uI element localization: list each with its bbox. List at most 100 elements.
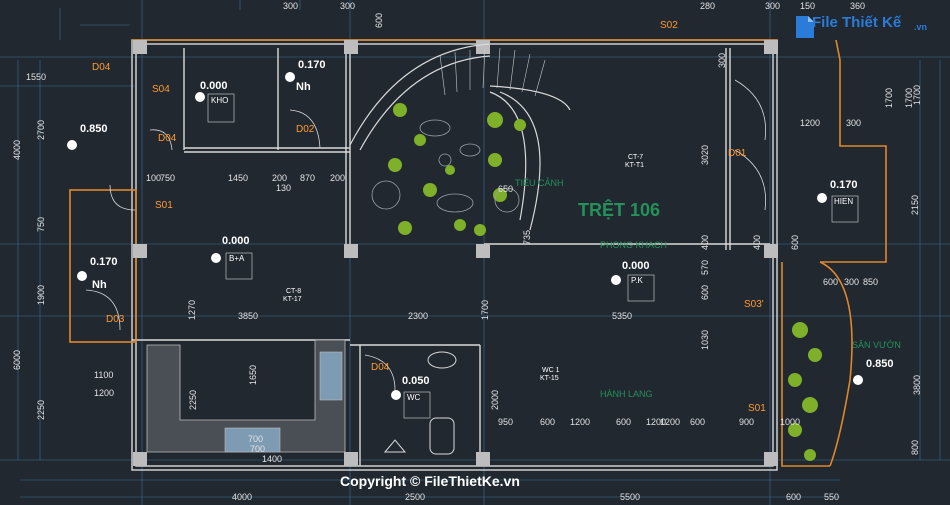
dim-inner-6: 3850 — [238, 311, 258, 321]
door-s01a: S01 — [155, 200, 173, 211]
svg-text:600: 600 — [786, 492, 801, 502]
svg-text:6000: 6000 — [12, 350, 22, 370]
dim-inner-17: 650 — [498, 184, 513, 194]
svg-text:750: 750 — [36, 217, 46, 232]
tag-bep: B+A — [229, 254, 245, 263]
floor-title: TRỆT 106 — [578, 199, 660, 220]
tag-pk: P.K — [631, 276, 644, 285]
svg-text:2500: 2500 — [405, 492, 425, 502]
svg-text:550: 550 — [824, 492, 839, 502]
section-kt11: KT-T1 — [625, 162, 644, 169]
level-pk: 0.000 — [622, 260, 650, 272]
kitchen-counter — [146, 339, 346, 453]
level-markers — [67, 72, 863, 400]
svg-text:3800: 3800 — [912, 375, 922, 395]
svg-text:300: 300 — [717, 53, 727, 68]
dim-inner-28: 600 — [700, 285, 710, 300]
dim-inner-4: 200 — [330, 173, 345, 183]
dim-inner-19: 1650 — [248, 365, 258, 385]
section-wc1: WC 1 — [542, 367, 560, 374]
dim-inner-12: 600 — [616, 417, 631, 427]
garden-label: TIỂU CẢNH — [515, 177, 564, 188]
tag-hien: HIEN — [834, 197, 853, 206]
level-nh-left: 0.170 — [90, 256, 118, 268]
dim-inner-32: 600 — [790, 235, 800, 250]
svg-text:300: 300 — [846, 118, 861, 128]
dim-inner-18: 1270 — [187, 300, 197, 320]
stair-treads — [439, 47, 546, 97]
dim-inner-29: 300 — [844, 277, 859, 287]
dim-inner-21: 3020 — [700, 145, 710, 165]
door-d03: D03 — [106, 314, 125, 325]
san-vuon-label: SÂN VƯỜN — [852, 340, 901, 350]
level-san-vuon: 0.850 — [866, 358, 894, 370]
svg-text:600: 600 — [374, 13, 384, 28]
hanh-lang-label: HÀNH LANG — [600, 389, 653, 399]
dim-inner-1: 1450 — [228, 173, 248, 183]
door-swings — [85, 79, 767, 391]
dim-inner-9: 950 — [498, 417, 513, 427]
nh-top: Nh — [296, 81, 311, 93]
dim-inner-11: 1200 — [570, 417, 590, 427]
door-d02: D02 — [296, 124, 315, 135]
door-d04c: D04 — [371, 362, 390, 373]
dim-inner-20: 2250 — [188, 390, 198, 410]
dim-inner-15: 900 — [739, 417, 754, 427]
level-nh-top: 0.170 — [298, 59, 326, 71]
svg-text:800: 800 — [910, 440, 920, 455]
dims-right: 300 1700 2150 850 600 3800 800 1700 1200… — [717, 53, 922, 455]
dim-inner-26: 735 — [522, 230, 532, 245]
door-s01b: S01 — [748, 403, 766, 414]
dim-inner-31: 100 — [146, 173, 161, 183]
svg-text:2700: 2700 — [36, 120, 46, 140]
svg-text:4000: 4000 — [232, 492, 252, 502]
yard-plants — [788, 322, 822, 461]
level-hien: 0.170 — [830, 179, 858, 191]
level-bep: 0.000 — [222, 235, 250, 247]
dim-inner-24: 2000 — [490, 390, 500, 410]
curved-stair — [349, 43, 571, 231]
tag-wc: WC — [407, 393, 421, 402]
svg-text:1550: 1550 — [26, 72, 46, 82]
door-s03: S03' — [744, 299, 764, 310]
svg-text:1200: 1200 — [800, 118, 820, 128]
level-c1: 0.850 — [80, 123, 108, 135]
dim-inner-23: 1030 — [700, 330, 710, 350]
dim-inner-35: 700 — [250, 444, 265, 454]
svg-text:1700: 1700 — [884, 88, 894, 108]
section-ct7: CT-7 — [628, 154, 643, 161]
dim-inner-2: 200 — [272, 173, 287, 183]
door-d01: D01 — [728, 148, 747, 159]
tag-kho: KHO — [211, 96, 228, 105]
door-d04a: D04 — [92, 62, 111, 73]
dim-inner-27: 400 — [752, 235, 762, 250]
dim-inner-16: 400 — [700, 235, 710, 250]
dim-inner-3: 870 — [300, 173, 315, 183]
dim-inner-34: 700 — [248, 434, 263, 444]
level-kho: 0.000 — [200, 80, 228, 92]
svg-text:1100: 1100 — [94, 370, 113, 380]
dim-inner-22: 570 — [700, 260, 710, 275]
svg-text:300: 300 — [283, 1, 298, 11]
copyright-text: Copyright © FileThietKe.vn — [340, 473, 520, 489]
svg-text:280: 280 — [700, 1, 715, 11]
dim-inner-36: 1400 — [262, 454, 282, 464]
svg-text:1900: 1900 — [36, 285, 46, 305]
svg-text:600: 600 — [823, 277, 838, 287]
dim-inner-25: 1700 — [480, 300, 490, 320]
brand-logo-tld: .vn — [914, 22, 928, 32]
dim-inner-33: 1000 — [780, 417, 800, 427]
wc-fixtures — [383, 351, 457, 455]
svg-text:2250: 2250 — [36, 400, 46, 420]
svg-text:4000: 4000 — [12, 140, 22, 160]
dim-inner-7: 2300 — [408, 311, 428, 321]
nh-left: Nh — [92, 279, 107, 291]
svg-text:1700: 1700 — [912, 85, 922, 105]
dim-inner-14: 600 — [690, 417, 705, 427]
svg-text:150: 150 — [800, 1, 815, 11]
garden-plants — [371, 103, 526, 236]
svg-text:5500: 5500 — [620, 492, 640, 502]
svg-text:360: 360 — [850, 1, 865, 11]
door-d04b: D04 — [158, 133, 177, 144]
dim-inner-0: 750 — [160, 173, 175, 183]
